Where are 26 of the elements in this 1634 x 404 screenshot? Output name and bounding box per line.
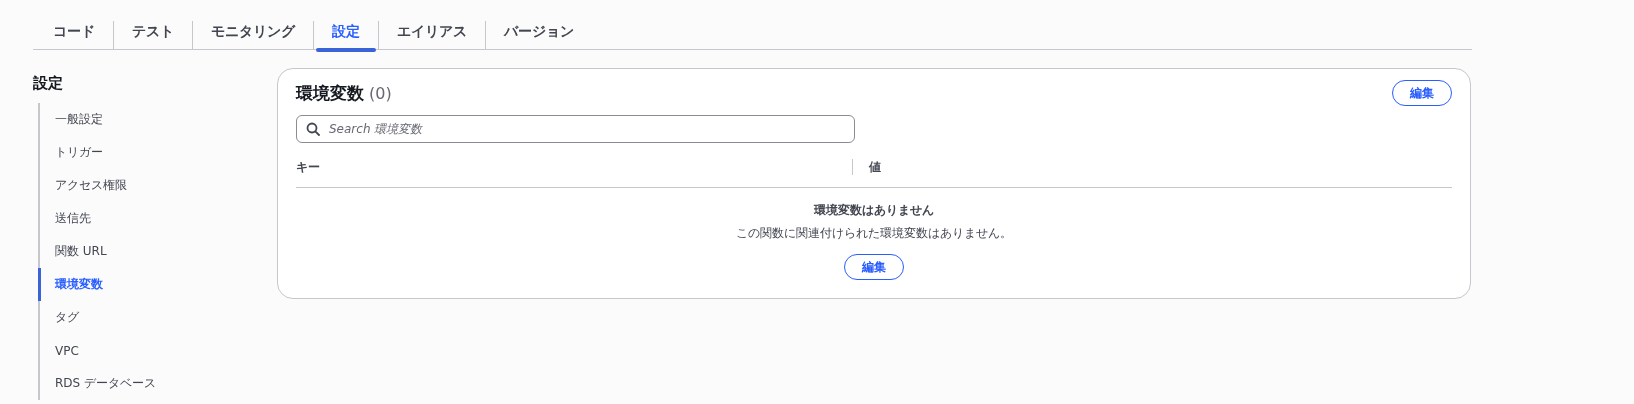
panel-title: 環境変数 — [296, 82, 364, 103]
column-header: キー — [296, 158, 321, 176]
tab[interactable]: テスト — [113, 21, 192, 49]
tab[interactable]: コード — [35, 21, 113, 49]
sidebar-link[interactable]: VPC — [55, 343, 79, 358]
tab[interactable]: エイリアス — [378, 21, 485, 49]
item-count: (0) — [369, 83, 392, 103]
column-header: 値 — [869, 158, 881, 176]
empty-state-message: この関数に関連付けられた環境変数はありません。 — [736, 225, 1012, 242]
empty-state-title: 環境変数はありません — [814, 202, 934, 219]
sidebar-link[interactable]: 環境変数 — [55, 276, 103, 293]
search-field[interactable]: Search 環境変数 — [296, 115, 855, 143]
sidebar-link[interactable]: RDS データベース — [55, 375, 156, 392]
sidebar-link[interactable]: 関数 URL — [55, 243, 107, 260]
sidebar-link[interactable]: 一般設定 — [55, 111, 103, 128]
edit-button[interactable]: 編集 — [844, 254, 904, 280]
tab[interactable]: バージョン — [485, 21, 592, 49]
sidebar-link[interactable]: アクセス権限 — [55, 177, 127, 194]
search-icon — [306, 122, 320, 136]
sidebar-link[interactable]: 送信先 — [55, 210, 91, 227]
tab[interactable]: 設定 — [313, 21, 378, 49]
tab[interactable]: モニタリング — [192, 21, 313, 49]
edit-button[interactable]: 編集 — [1392, 80, 1452, 106]
sidebar-title: 設定 — [33, 74, 63, 93]
sidebar-link[interactable]: タグ — [55, 309, 79, 326]
sidebar-link[interactable]: トリガー — [55, 144, 103, 161]
